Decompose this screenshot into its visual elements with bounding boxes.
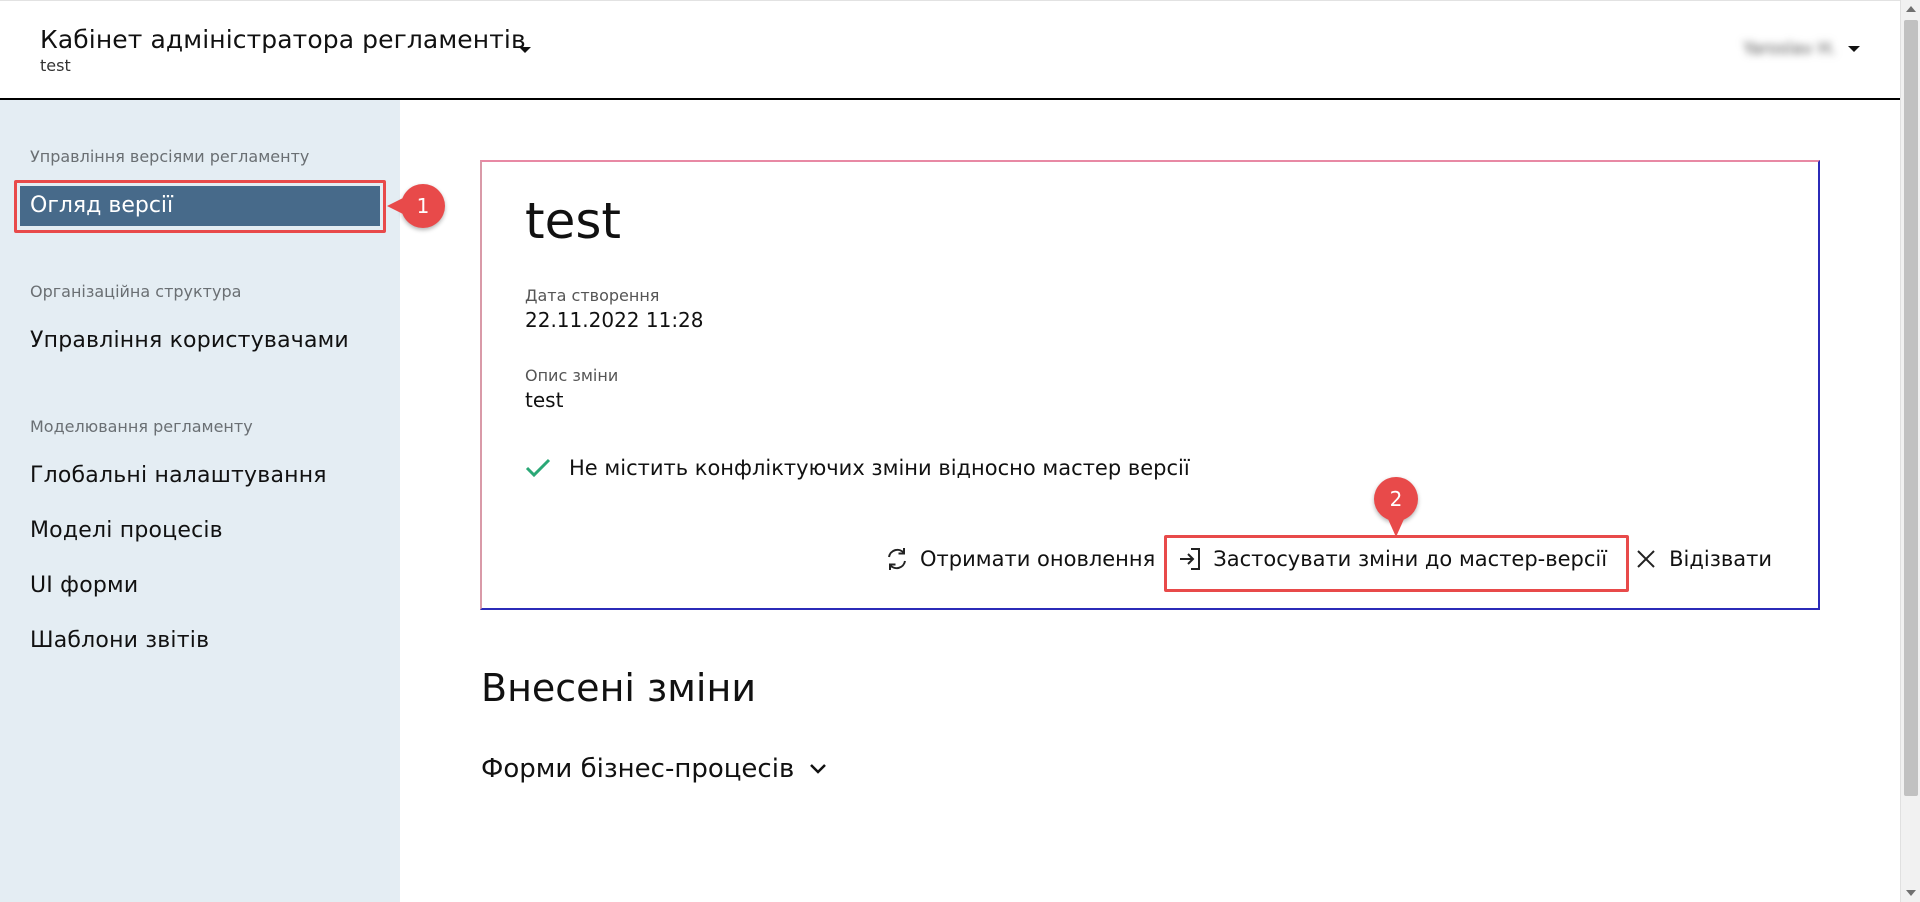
app-title: Кабінет адміністратора регламентів [40,25,526,54]
change-description-value: test [525,388,564,412]
revoke-button[interactable]: Відізвати [1627,546,1778,572]
get-updates-button[interactable]: Отримати оновлення [878,546,1161,572]
conflict-status-text: Не містить конфліктуючих зміни відносно … [569,456,1190,480]
created-date-value: 22.11.2022 11:28 [525,308,704,332]
sidebar-section-version-management: Управління версіями регламенту [30,147,310,166]
vertical-scrollbar[interactable] [1900,0,1920,902]
version-title: test [525,192,622,250]
revoke-label: Відізвати [1669,547,1772,571]
scroll-up-arrow-icon[interactable] [1906,6,1916,12]
changes-group-business-forms[interactable]: Форми бізнес-процесів [481,754,828,784]
highlight-box-version-overview [14,180,386,233]
sidebar-item-ui-forms[interactable]: UI форми [30,573,138,598]
close-icon [1637,550,1655,568]
change-description-label: Опис зміни [525,366,619,385]
sidebar-item-user-management[interactable]: Управління користувачами [30,328,349,353]
callout-badge-2: 2 [1374,477,1418,537]
created-date-label: Дата створення [525,286,660,305]
user-name: Yaroslav H. [1743,39,1836,59]
conflict-status: Не містить конфліктуючих зміни відносно … [525,456,1190,480]
changes-group-label: Форми бізнес-процесів [481,754,795,784]
sidebar-item-process-models[interactable]: Моделі процесів [30,518,223,543]
version-dropdown-caret-icon[interactable] [519,47,531,53]
scrollbar-thumb[interactable] [1904,20,1918,796]
user-menu[interactable]: Yaroslav H. [1743,39,1860,59]
sidebar-item-global-settings[interactable]: Глобальні налаштування [30,463,327,488]
header-title-block[interactable]: Кабінет адміністратора регламентів test [40,25,526,75]
chevron-down-icon [810,764,827,774]
app-subtitle: test [40,56,71,75]
scroll-down-arrow-icon[interactable] [1906,890,1916,896]
check-icon [525,458,551,478]
refresh-icon [888,548,907,570]
sidebar-item-report-templates[interactable]: Шаблони звітів [30,628,209,653]
sidebar-section-org-structure: Організаційна структура [30,282,242,301]
callout-badge-1: 1 [387,184,445,228]
highlight-box-apply-changes [1164,535,1629,592]
app-header: Кабінет адміністратора регламентів test … [0,0,1900,100]
changes-heading: Внесені зміни [481,666,757,710]
sidebar-section-regulation-modeling: Моделювання регламенту [30,417,253,436]
get-updates-label: Отримати оновлення [920,547,1156,571]
user-menu-caret-icon [1848,46,1860,52]
